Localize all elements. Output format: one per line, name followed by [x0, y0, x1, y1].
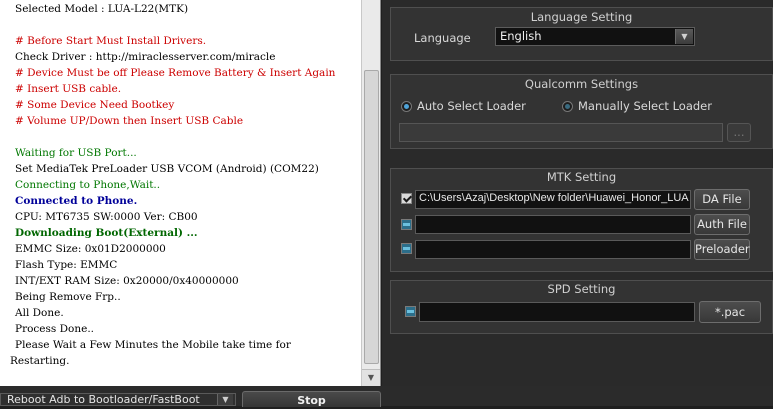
- da-file-path-field[interactable]: C:\Users\Azaj\Desktop\New folder\Huawei_…: [415, 190, 691, 209]
- log-line: # Volume UP/Down then Insert USB Cable: [15, 115, 244, 127]
- qualcomm-settings-group: Qualcomm Settings Auto Select Loader Man…: [390, 74, 773, 149]
- mtk-setting-group: MTK Setting C:\Users\Azaj\Desktop\New fo…: [390, 168, 773, 272]
- settings-panel: Language Setting Language English ▼ Qual…: [382, 0, 773, 386]
- scroll-down-arrow-icon[interactable]: ▼: [362, 369, 380, 386]
- chevron-down-icon[interactable]: ▼: [217, 394, 233, 405]
- log-panel[interactable]: Selected Model : LUA-L22(MTK) # Before St…: [0, 0, 381, 386]
- log-line: INT/EXT RAM Size: 0x20000/0x40000000: [15, 275, 239, 287]
- language-setting-group: Language Setting Language English ▼: [390, 7, 773, 61]
- log-line: All Done.: [15, 307, 64, 319]
- manual-select-loader-radio[interactable]: [562, 101, 573, 112]
- pac-path-field[interactable]: [419, 302, 695, 322]
- log-line: Set MediaTek PreLoader USB VCOM (Android…: [15, 163, 319, 175]
- preloader-button[interactable]: Preloader: [694, 239, 750, 260]
- language-value: English: [500, 29, 542, 43]
- log-line: Please Wait a Few Minutes the Mobile tak…: [15, 339, 291, 351]
- log-line: # Device Must be off Please Remove Batte…: [15, 67, 336, 79]
- preloader-path-field[interactable]: [415, 240, 691, 259]
- reboot-mode-value: Reboot Adb to Bootloader/FastBoot: [7, 393, 200, 406]
- log-line: Being Remove Frp..: [15, 291, 121, 303]
- reboot-mode-select[interactable]: Reboot Adb to Bootloader/FastBoot ▼: [0, 393, 236, 406]
- auth-file-checkbox[interactable]: [401, 219, 412, 230]
- log-line: Connecting to Phone,Wait..: [15, 179, 161, 191]
- log-line: # Insert USB cable.: [15, 83, 122, 95]
- mtk-setting-title: MTK Setting: [546, 170, 617, 184]
- log-line: Downloading Boot(External) ...: [15, 227, 198, 239]
- spd-setting-group: SPD Setting *.pac: [390, 280, 773, 334]
- log-line: Process Done..: [15, 323, 95, 335]
- loader-path-field[interactable]: [399, 123, 723, 142]
- log-line: Restarting.: [10, 355, 70, 367]
- log-line: Flash Type: EMMC: [15, 259, 118, 271]
- log-scrollbar[interactable]: ▼: [361, 0, 380, 386]
- preloader-checkbox[interactable]: [401, 243, 412, 254]
- log-line: # Some Device Need Bootkey: [15, 99, 175, 111]
- auth-file-button[interactable]: Auth File: [694, 214, 750, 235]
- language-label: Language: [414, 31, 471, 45]
- auto-select-loader-radio[interactable]: [401, 101, 412, 112]
- pac-checkbox[interactable]: [405, 306, 416, 317]
- log-line: # Before Start Must Install Drivers.: [15, 35, 207, 47]
- log-line: Check Driver : http://miraclesserver.com…: [15, 51, 276, 63]
- manual-select-loader-label[interactable]: Manually Select Loader: [578, 99, 712, 113]
- da-file-path: C:\Users\Azaj\Desktop\New folder\Huawei_…: [419, 192, 689, 204]
- log-line: CPU: MT6735 SW:0000 Ver: CB00: [15, 211, 198, 223]
- da-file-checkbox[interactable]: [401, 193, 412, 204]
- language-setting-title: Language Setting: [530, 10, 633, 24]
- log-output: Selected Model : LUA-L22(MTK) # Before St…: [0, 0, 360, 386]
- chevron-down-icon[interactable]: ▼: [675, 29, 693, 44]
- language-select[interactable]: English ▼: [495, 27, 695, 46]
- browse-loader-button[interactable]: ...: [727, 123, 751, 142]
- auto-select-loader-label[interactable]: Auto Select Loader: [417, 99, 526, 113]
- qualcomm-settings-title: Qualcomm Settings: [524, 77, 639, 91]
- auth-file-path-field[interactable]: [415, 215, 691, 234]
- log-line: EMMC Size: 0x01D2000000: [15, 243, 166, 255]
- log-line: Waiting for USB Port...: [15, 147, 137, 159]
- pac-file-button[interactable]: *.pac: [699, 301, 761, 323]
- spd-setting-title: SPD Setting: [547, 282, 616, 296]
- log-line: Selected Model : LUA-L22(MTK): [15, 3, 189, 15]
- da-file-button[interactable]: DA File: [694, 189, 750, 210]
- log-line: Connected to Phone.: [15, 195, 138, 207]
- stop-button[interactable]: Stop: [242, 391, 381, 407]
- scroll-thumb[interactable]: [364, 70, 379, 364]
